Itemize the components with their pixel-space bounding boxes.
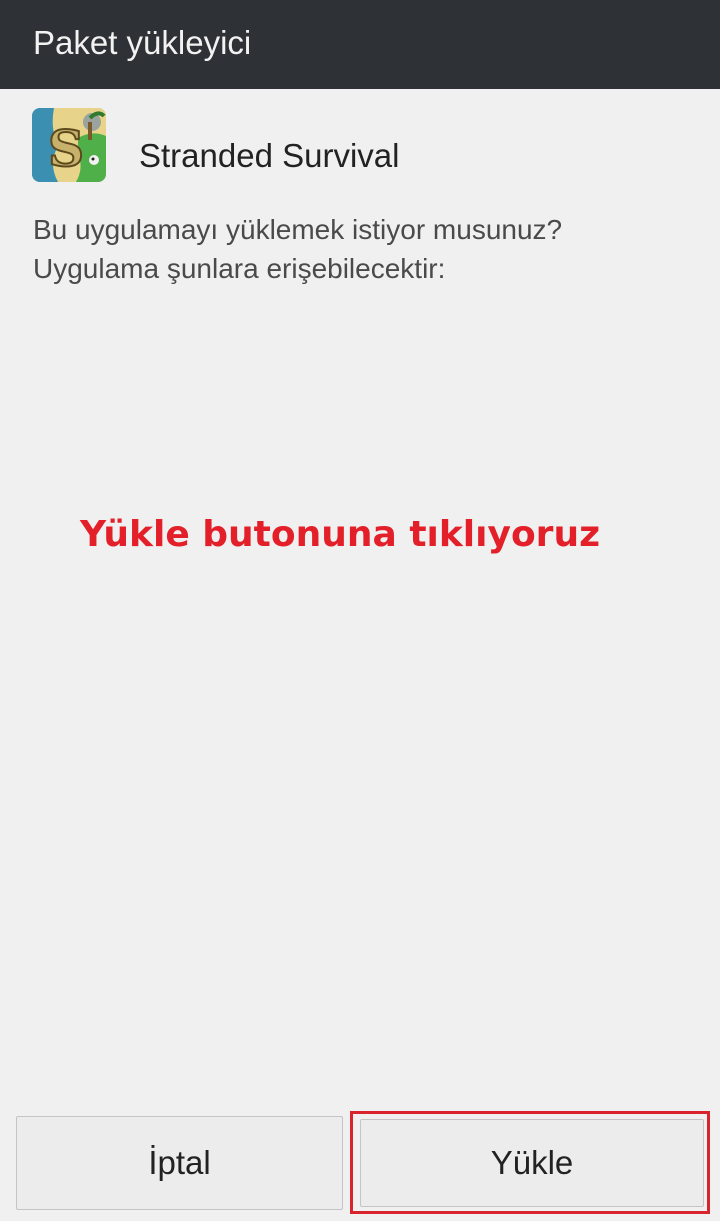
app-icon: S <box>32 108 106 182</box>
title-bar: Paket yükleyici <box>0 0 720 89</box>
cancel-button-label: İptal <box>148 1144 211 1181</box>
install-question: Bu uygulamayı yüklemek istiyor musunuz? … <box>33 210 693 288</box>
app-name: Stranded Survival <box>139 137 400 174</box>
install-question-line: Bu uygulamayı yüklemek istiyor musunuz? <box>33 214 563 245</box>
permissions-intro-line: Uygulama şunlara erişebilecektir: <box>33 253 446 284</box>
svg-text:S: S <box>48 119 84 178</box>
package-installer-screen: Paket yükleyici S Stranded Survival Bu u… <box>0 0 720 1221</box>
page-title: Paket yükleyici <box>33 24 252 61</box>
instruction-annotation: Yükle butonuna tıklıyoruz <box>79 514 601 555</box>
install-button-label: Yükle <box>490 1144 574 1181</box>
app-info-row: S Stranded Survival <box>32 108 692 184</box>
install-button[interactable]: Yükle <box>360 1119 704 1207</box>
cancel-button[interactable]: İptal <box>16 1116 343 1210</box>
